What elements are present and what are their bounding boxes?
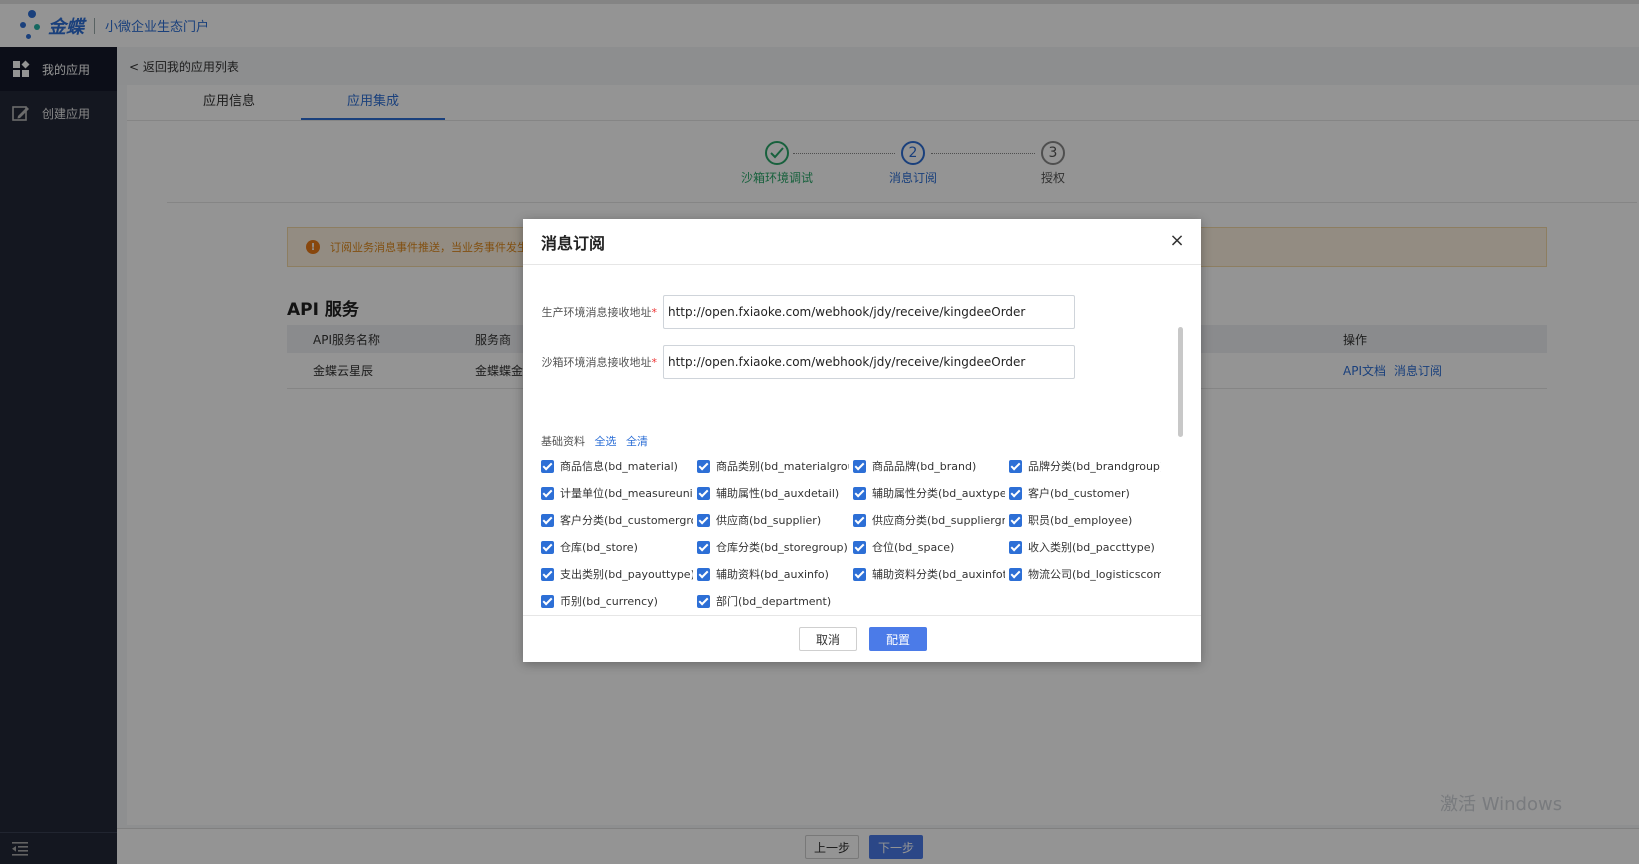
checkbox-item[interactable]: 支出类别(bd_payouttype) [541, 565, 693, 583]
message-subscription-dialog: 消息订阅 × 生产环境消息接收地址* 沙箱环境消息接收地址* 基础资料 全选 全… [523, 219, 1201, 662]
checkbox-item[interactable]: 币别(bd_currency) [541, 592, 693, 610]
checkbox-checked-icon[interactable] [1009, 486, 1022, 500]
production-url-row: 生产环境消息接收地址* [523, 295, 1083, 329]
dialog-scrollbar[interactable] [1178, 327, 1183, 437]
checkbox-item[interactable]: 商品信息(bd_material) [541, 457, 693, 475]
checkbox-checked-icon[interactable] [853, 540, 866, 554]
production-url-input[interactable] [663, 295, 1075, 329]
checkbox-checked-icon[interactable] [541, 513, 554, 527]
sandbox-url-row: 沙箱环境消息接收地址* [523, 345, 1083, 379]
checkbox-checked-icon[interactable] [1009, 567, 1022, 581]
checkbox-item[interactable]: 收入类别(bd_paccttype) [1009, 538, 1161, 556]
checkbox-checked-icon[interactable] [541, 459, 554, 473]
checkbox-checked-icon[interactable] [1009, 459, 1022, 473]
checkbox-item[interactable]: 供应商分类(bd_suppliergrou [853, 511, 1005, 529]
field-label: 生产环境消息接收地址* [541, 306, 658, 319]
checkbox-checked-icon[interactable] [697, 459, 710, 473]
dialog-body: 生产环境消息接收地址* 沙箱环境消息接收地址* 基础资料 全选 全清 商品信息(… [523, 265, 1201, 615]
checkbox-item[interactable]: 仓库(bd_store) [541, 538, 693, 556]
checkbox-checked-icon[interactable] [541, 486, 554, 500]
checkbox-checked-icon[interactable] [697, 513, 710, 527]
checkbox-checked-icon[interactable] [853, 486, 866, 500]
dialog-title: 消息订阅 [541, 233, 606, 253]
checkbox-item[interactable]: 物流公司(bd_logisticscompa [1009, 565, 1161, 583]
checkbox-item[interactable]: 仓库分类(bd_storegroup) [697, 538, 849, 556]
checkbox-checked-icon[interactable] [541, 594, 554, 608]
checkbox-checked-icon[interactable] [1009, 540, 1022, 554]
section-title: 基础资料 [541, 435, 585, 448]
checkbox-item[interactable]: 辅助属性分类(bd_auxtype) [853, 484, 1005, 502]
configure-button[interactable]: 配置 [869, 627, 927, 651]
checkbox-item[interactable]: 职员(bd_employee) [1009, 511, 1161, 529]
checkbox-item[interactable]: 部门(bd_department) [697, 592, 849, 610]
checkbox-item[interactable]: 辅助属性(bd_auxdetail) [697, 484, 849, 502]
checkbox-checked-icon[interactable] [541, 540, 554, 554]
checkbox-item[interactable]: 客户分类(bd_customergrou [541, 511, 693, 529]
checkbox-checked-icon[interactable] [697, 594, 710, 608]
sandbox-url-input[interactable] [663, 345, 1075, 379]
checkbox-item[interactable]: 辅助资料(bd_auxinfo) [697, 565, 849, 583]
checkbox-checked-icon[interactable] [853, 567, 866, 581]
checkbox-item[interactable]: 客户(bd_customer) [1009, 484, 1161, 502]
checkbox-item[interactable]: 商品品牌(bd_brand) [853, 457, 1005, 475]
select-all-link[interactable]: 全选 [595, 435, 617, 448]
clear-all-link[interactable]: 全清 [626, 435, 648, 448]
checkbox-item[interactable]: 计量单位(bd_measureunits_ [541, 484, 693, 502]
dialog-footer: 取消 配置 [523, 615, 1201, 662]
field-label: 沙箱环境消息接收地址* [541, 356, 658, 369]
checkbox-checked-icon[interactable] [697, 486, 710, 500]
checkbox-checked-icon[interactable] [697, 567, 710, 581]
checkbox-item[interactable]: 仓位(bd_space) [853, 538, 1005, 556]
basic-data-section: 基础资料 全选 全清 [541, 433, 648, 449]
checkbox-checked-icon[interactable] [1009, 513, 1022, 527]
checkbox-item[interactable]: 商品类别(bd_materialgroup [697, 457, 849, 475]
close-icon[interactable]: × [1167, 231, 1187, 251]
checkbox-checked-icon[interactable] [697, 540, 710, 554]
checkbox-checked-icon[interactable] [853, 513, 866, 527]
dialog-header: 消息订阅 × [523, 219, 1201, 265]
checkbox-item[interactable]: 辅助资料分类(bd_auxinfotyp [853, 565, 1005, 583]
cancel-button[interactable]: 取消 [799, 627, 857, 651]
checkbox-item[interactable]: 供应商(bd_supplier) [697, 511, 849, 529]
checkbox-item[interactable]: 品牌分类(bd_brandgroup) [1009, 457, 1161, 475]
checkbox-checked-icon[interactable] [853, 459, 866, 473]
checkbox-checked-icon[interactable] [541, 567, 554, 581]
